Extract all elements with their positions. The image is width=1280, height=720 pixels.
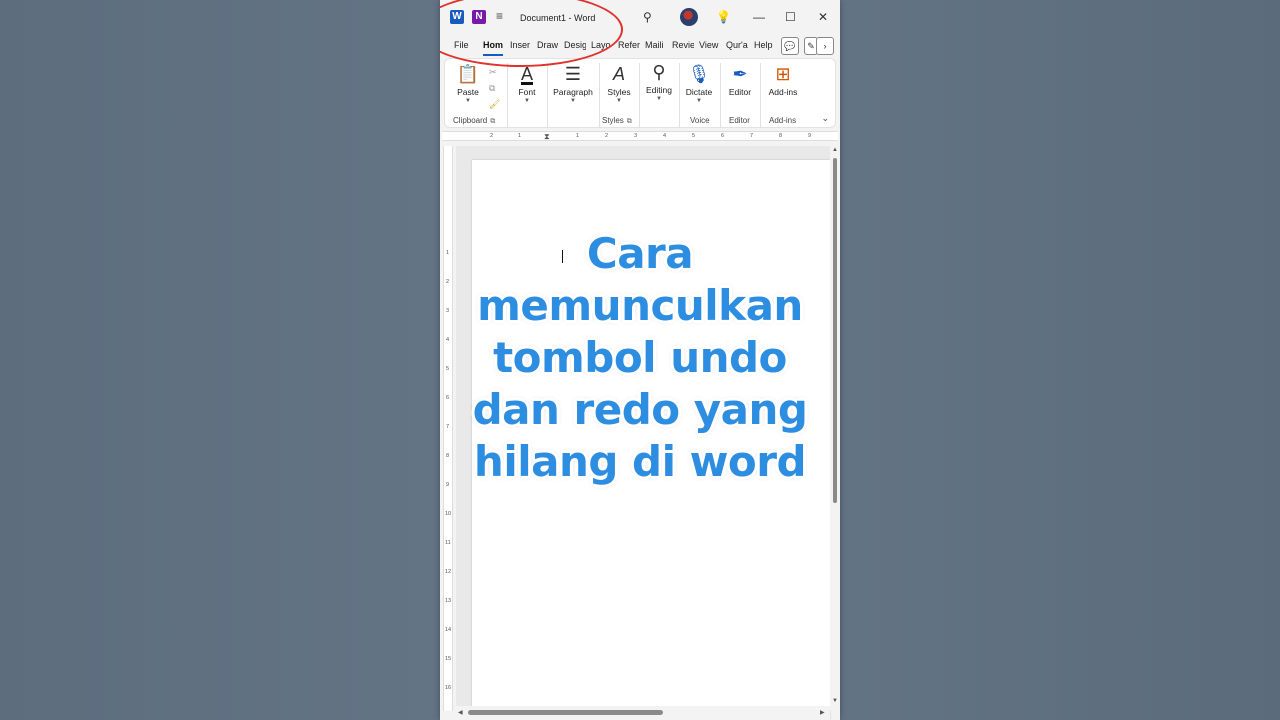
quick-access-menu-icon[interactable]: ≡ [496, 9, 503, 23]
editor-pen-icon: ✒ [732, 64, 748, 84]
group-divider [547, 63, 548, 127]
maximize-icon[interactable]: ☐ [785, 9, 796, 25]
chevron-down-icon: ▼ [570, 98, 576, 104]
close-icon[interactable]: ✕ [818, 9, 828, 25]
chevron-right-icon[interactable]: › [816, 37, 834, 55]
styles-button[interactable]: A Styles ▼ [603, 63, 635, 105]
group-editor: Editor [729, 116, 750, 125]
tab-mailings[interactable]: Maili [645, 40, 667, 50]
chevron-down-icon: ▼ [616, 98, 622, 104]
collapse-ribbon-icon[interactable]: ⌄ [821, 113, 829, 124]
clipboard-icon: 📋 [456, 64, 480, 84]
chevron-down-icon: ▼ [465, 98, 471, 104]
tab-file[interactable]: File [454, 40, 470, 50]
tab-quran[interactable]: Qur'a [726, 40, 750, 50]
video-caption-overlay: Cara memunculkan tombol undo dan redo ya… [470, 228, 810, 488]
scroll-left-icon[interactable]: ◀ [458, 709, 463, 716]
scroll-right-icon[interactable]: ▶ [820, 709, 825, 716]
active-tab-indicator [483, 54, 503, 56]
chevron-down-icon: ▼ [524, 98, 530, 104]
group-voice: Voice [690, 116, 710, 125]
tab-home[interactable]: Hom [483, 40, 505, 50]
paste-button[interactable]: 📋 Paste ▼ [453, 63, 483, 105]
caption-line: memunculkan [477, 281, 803, 330]
cut-icon[interactable]: ✂ [489, 67, 497, 77]
dialog-launcher-icon[interactable]: ⧉ [490, 118, 495, 125]
ribbon: 📋 Paste ▼ ✂ ⧉ 🖌 Clipboard ⧉ A Font ▼ ☰ Pa… [444, 58, 836, 128]
group-addins: Add-ins [769, 116, 797, 125]
caption-line: tombol undo [493, 333, 787, 382]
account-avatar[interactable] [680, 8, 698, 26]
group-divider [720, 63, 721, 127]
horizontal-scroll-thumb[interactable] [468, 710, 663, 715]
group-styles: Styles ⧉ [602, 116, 632, 125]
group-divider [599, 63, 600, 127]
group-divider [507, 63, 508, 127]
addins-button[interactable]: ⊞ Add-ins [763, 63, 803, 97]
horizontal-scrollbar[interactable]: ◀ ▶ [456, 706, 830, 720]
search-icon[interactable]: ⚲ [643, 9, 652, 25]
microphone-icon: 🎙 [687, 64, 711, 84]
search-icon: ⚲ [652, 62, 666, 82]
indent-marker-icon[interactable]: ⧗ [544, 132, 550, 142]
group-clipboard: Clipboard ⧉ [453, 116, 496, 125]
tab-insert[interactable]: Inser [510, 40, 532, 50]
vertical-scrollbar[interactable]: ▲ ▼ [830, 146, 840, 710]
editor-button[interactable]: ✒ Editor [724, 63, 756, 97]
font-color-icon: A [520, 64, 533, 84]
caption-line: dan redo yang [472, 385, 808, 434]
scroll-up-icon[interactable]: ▲ [832, 147, 838, 153]
tab-references[interactable]: Refer [618, 40, 640, 50]
tab-draw[interactable]: Draw [537, 40, 559, 50]
styles-icon: A [612, 64, 625, 84]
document-title: Document1 - Word [520, 13, 596, 23]
title-bar: W N ≡ Document1 - Word ⚲ 💡 — ☐ ✕ [440, 0, 840, 34]
editing-button[interactable]: ⚲ Editing ▼ [641, 61, 677, 103]
dialog-launcher-icon[interactable]: ⧉ [627, 118, 632, 125]
word-app-icon: W [450, 10, 464, 24]
tab-view[interactable]: View [699, 40, 721, 50]
group-divider [639, 63, 640, 127]
dictate-button[interactable]: 🎙 Dictate ▼ [682, 63, 716, 105]
onenote-app-icon: N [472, 10, 486, 24]
vertical-scroll-thumb[interactable] [833, 158, 837, 503]
scroll-down-icon[interactable]: ▼ [832, 698, 838, 704]
lightbulb-icon[interactable]: 💡 [716, 9, 731, 25]
chevron-down-icon: ▼ [656, 96, 662, 102]
tab-review[interactable]: Revie [672, 40, 694, 50]
chevron-down-icon: ▼ [696, 98, 702, 104]
horizontal-ruler: 2 1 1 2 3 4 5 6 7 8 9 ⧗ [440, 128, 840, 144]
caption-line: hilang di word [473, 437, 807, 486]
font-button[interactable]: A Font ▼ [511, 63, 543, 105]
tab-help[interactable]: Help [754, 40, 776, 50]
vertical-ruler: 1 2 3 4 5 6 7 8 9 10 11 12 13 14 15 16 [440, 146, 456, 711]
align-lines-icon: ☰ [564, 64, 582, 84]
tab-design[interactable]: Desig [564, 40, 586, 50]
addins-grid-icon: ⊞ [775, 64, 791, 84]
tab-layout[interactable]: Layo [591, 40, 613, 50]
comments-icon[interactable]: 💬 [781, 37, 799, 55]
format-painter-icon[interactable]: 🖌 [489, 99, 500, 109]
paragraph-button[interactable]: ☰ Paragraph ▼ [549, 63, 597, 105]
caption-line: Cara [586, 229, 694, 278]
copy-icon[interactable]: ⧉ [489, 83, 495, 93]
group-divider [679, 63, 680, 127]
minimize-icon[interactable]: — [753, 9, 765, 25]
group-divider [760, 63, 761, 127]
